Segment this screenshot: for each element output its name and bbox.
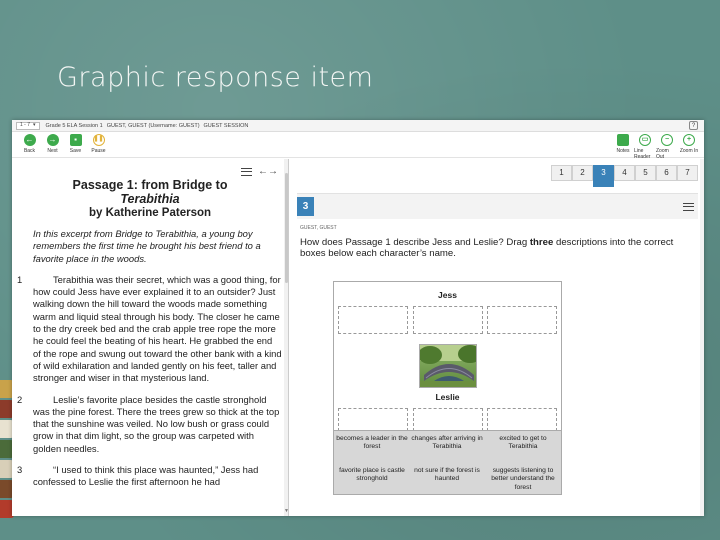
- scroll-down-icon[interactable]: ▼: [284, 508, 288, 514]
- passage-intro: In this excerpt from Bridge to Terabithi…: [33, 228, 261, 264]
- question-tab-active[interactable]: 3: [593, 165, 614, 187]
- draggable-option[interactable]: suggests listening to better understand …: [486, 467, 560, 492]
- user-name: GUEST, GUEST (Username: GUEST): [106, 122, 200, 129]
- passage-title-line1: Passage 1: from Bridge to: [72, 178, 228, 192]
- paragraph-2: 2 Leslie’s favorite place besides the ca…: [12, 394, 288, 455]
- character-name-jess: Jess: [438, 290, 457, 300]
- draggable-option[interactable]: becomes a leader in the forest: [335, 435, 409, 452]
- zoom-in-button[interactable]: + Zoom In: [678, 134, 700, 160]
- next-button[interactable]: → Next: [41, 134, 64, 154]
- zoom-out-button[interactable]: − Zoom Out: [656, 134, 678, 160]
- passage-author: by Katherine Paterson: [88, 207, 212, 219]
- question-pane: 1 2 3 4 5 6 7 3 GUEST, GUEST How does Pa…: [291, 159, 704, 516]
- question-tab[interactable]: 1: [551, 165, 572, 181]
- session-name: GUEST SESSION: [203, 122, 249, 129]
- character-name-leslie: Leslie: [435, 392, 460, 402]
- back-button[interactable]: ← Back: [18, 134, 41, 154]
- question-tab[interactable]: 7: [677, 165, 698, 181]
- draggable-option[interactable]: favorite place is castle stronghold: [335, 467, 409, 484]
- line-reader-button[interactable]: ▭ Line Reader: [634, 134, 656, 160]
- drop-target[interactable]: [338, 306, 408, 334]
- paragraph-text: Terabithia was their secret, which was a…: [33, 273, 282, 384]
- question-header: 3: [297, 193, 698, 219]
- next-arrow-icon: →: [46, 134, 59, 146]
- info-bar: 1 - 7 ▾ Grade 5 ELA Session 1 GUEST, GUE…: [12, 120, 704, 132]
- notes-label: Notes: [616, 148, 630, 154]
- save-label: Save: [69, 148, 82, 154]
- guest-label: GUEST, GUEST: [300, 225, 337, 231]
- passage-scrollbar[interactable]: ▼: [284, 159, 288, 516]
- paragraph-number: 3: [17, 464, 23, 476]
- question-text: How does Passage 1 describe Jess and Les…: [300, 237, 686, 259]
- question-tab[interactable]: 5: [635, 165, 656, 181]
- pause-label: Pause: [91, 148, 106, 154]
- draggable-option[interactable]: excited to get to Terabithia: [486, 435, 560, 452]
- help-icon[interactable]: ?: [689, 121, 698, 130]
- draggable-option[interactable]: changes after arriving in Terabithia: [410, 435, 484, 452]
- passage-title: Passage 1: from Bridge to Terabithia: [12, 178, 288, 206]
- chevron-down-icon: ▾: [33, 122, 36, 128]
- bridge-illustration-icon: [419, 345, 476, 387]
- bridge-image: [418, 344, 477, 388]
- draggable-option[interactable]: not sure if the forest is haunted: [410, 467, 484, 484]
- notes-button[interactable]: ✎ Notes: [612, 134, 634, 160]
- question-scrollbar[interactable]: [700, 159, 704, 516]
- test-name: Grade 5 ELA Session 1: [45, 122, 103, 129]
- drop-target[interactable]: [487, 306, 557, 334]
- drag-and-drop-area: Jess Leslie becomes a leader in the fore…: [333, 281, 562, 495]
- paragraph-text: Leslie’s favorite place besides the cast…: [33, 393, 280, 454]
- expand-arrows-icon[interactable]: ←→: [258, 167, 278, 177]
- question-tab[interactable]: 4: [614, 165, 635, 181]
- line-reader-icon: ▭: [639, 134, 651, 146]
- passage-title-line2: Terabithia: [120, 191, 180, 206]
- question-tabs: 1 2 3 4 5 6 7: [551, 165, 698, 187]
- question-menu-icon[interactable]: [683, 203, 694, 211]
- test-app-screenshot: 1 - 7 ▾ Grade 5 ELA Session 1 GUEST, GUE…: [12, 120, 704, 516]
- menu-icon[interactable]: [241, 168, 252, 176]
- question-text-bold: three: [529, 237, 554, 248]
- pause-icon: ❚❚: [92, 134, 105, 146]
- back-arrow-icon: ←: [23, 134, 36, 146]
- pause-button[interactable]: ❚❚ Pause: [87, 134, 110, 154]
- question-tab[interactable]: 2: [572, 165, 593, 181]
- paragraph-number: 1: [17, 273, 23, 285]
- notes-icon: ✎: [617, 134, 629, 146]
- question-select[interactable]: 1 - 7 ▾: [16, 121, 40, 130]
- zoom-out-icon: −: [661, 134, 673, 146]
- paragraph-1: 1 Terabithia was their secret, which was…: [12, 274, 288, 385]
- zoom-in-label: Zoom In: [679, 148, 699, 154]
- question-text-part: How does Passage 1 describe Jess and Les…: [300, 237, 530, 248]
- back-label: Back: [23, 148, 36, 154]
- zoom-in-icon: +: [683, 134, 695, 146]
- question-tab[interactable]: 6: [656, 165, 677, 181]
- next-label: Next: [47, 148, 58, 154]
- slide-title: Graphic response item: [57, 62, 374, 93]
- question-select-value: 1 - 7: [20, 122, 31, 128]
- save-button[interactable]: ▪ Save: [64, 134, 87, 154]
- drop-target[interactable]: [412, 306, 483, 334]
- passage-pane: ←→ Passage 1: from Bridge to Terabithia …: [12, 159, 289, 516]
- paragraph-text: “I used to think this place was haunted,…: [33, 464, 259, 488]
- question-number: 3: [297, 197, 314, 216]
- scroll-thumb[interactable]: [285, 173, 288, 283]
- toolbar: ← Back → Next ▪ Save ❚❚ Pause ✎ Notes ▭ …: [12, 132, 704, 160]
- paragraph-number: 2: [17, 393, 23, 405]
- paragraph-3: 3 “I used to think this place was haunte…: [12, 464, 288, 489]
- answer-options: becomes a leader in the forest changes a…: [334, 430, 561, 494]
- save-icon: ▪: [69, 134, 82, 146]
- jess-drop-row: [334, 306, 561, 334]
